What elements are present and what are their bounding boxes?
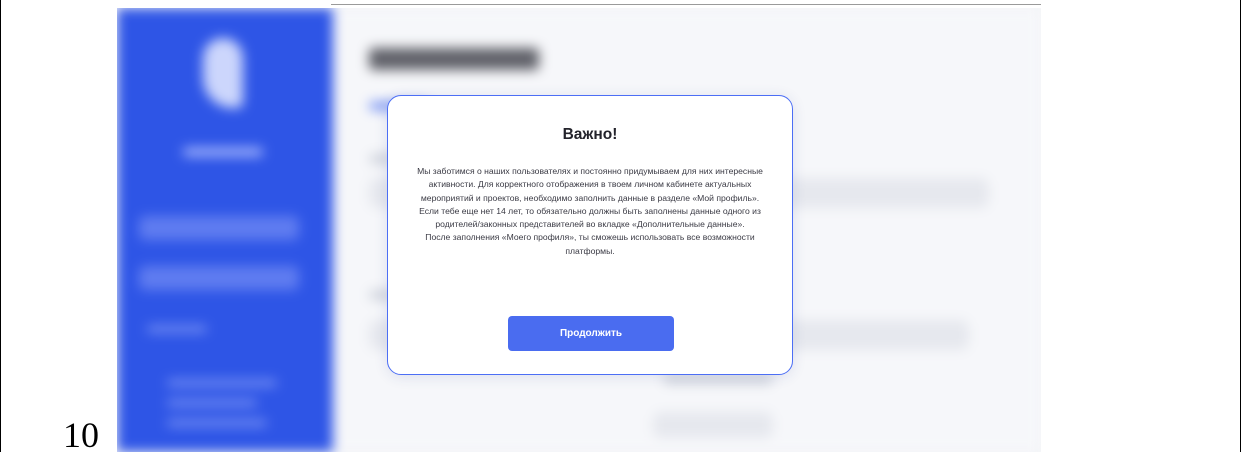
dialog-paragraph: После заполнения «Моего профиля», ты смо… [425,232,755,256]
continue-button[interactable]: Продолжить [508,316,674,351]
sidebar-item [147,326,207,332]
dialog-paragraph: Мы заботимся о наших пользователях и пос… [417,166,763,203]
document-line-number: 10 [63,415,99,452]
sidebar-item [139,216,299,240]
app-screenshot: Важно! Мы заботимся о наших пользователя… [117,8,1041,452]
dialog-message: Мы заботимся о наших пользователях и пос… [408,165,772,258]
sidebar-item [167,400,257,406]
document-top-edge [1,0,1240,6]
sidebar [117,8,333,452]
form-button [653,412,773,438]
logo-icon [203,38,243,108]
logo-caption [183,148,263,156]
document-page: 10 Важно! Мы заботимся о наших пользоват… [0,0,1241,452]
document-rule-line [331,4,1041,5]
sidebar-item [167,420,267,426]
dialog-paragraph: Если тебе еще нет 14 лет, то обязательно… [419,205,761,230]
sidebar-item [167,380,277,386]
form-label [663,374,773,384]
important-dialog: Важно! Мы заботимся о наших пользователя… [387,95,793,375]
sidebar-item [139,266,299,290]
page-title [369,48,539,70]
dialog-title: Важно! [562,126,618,143]
